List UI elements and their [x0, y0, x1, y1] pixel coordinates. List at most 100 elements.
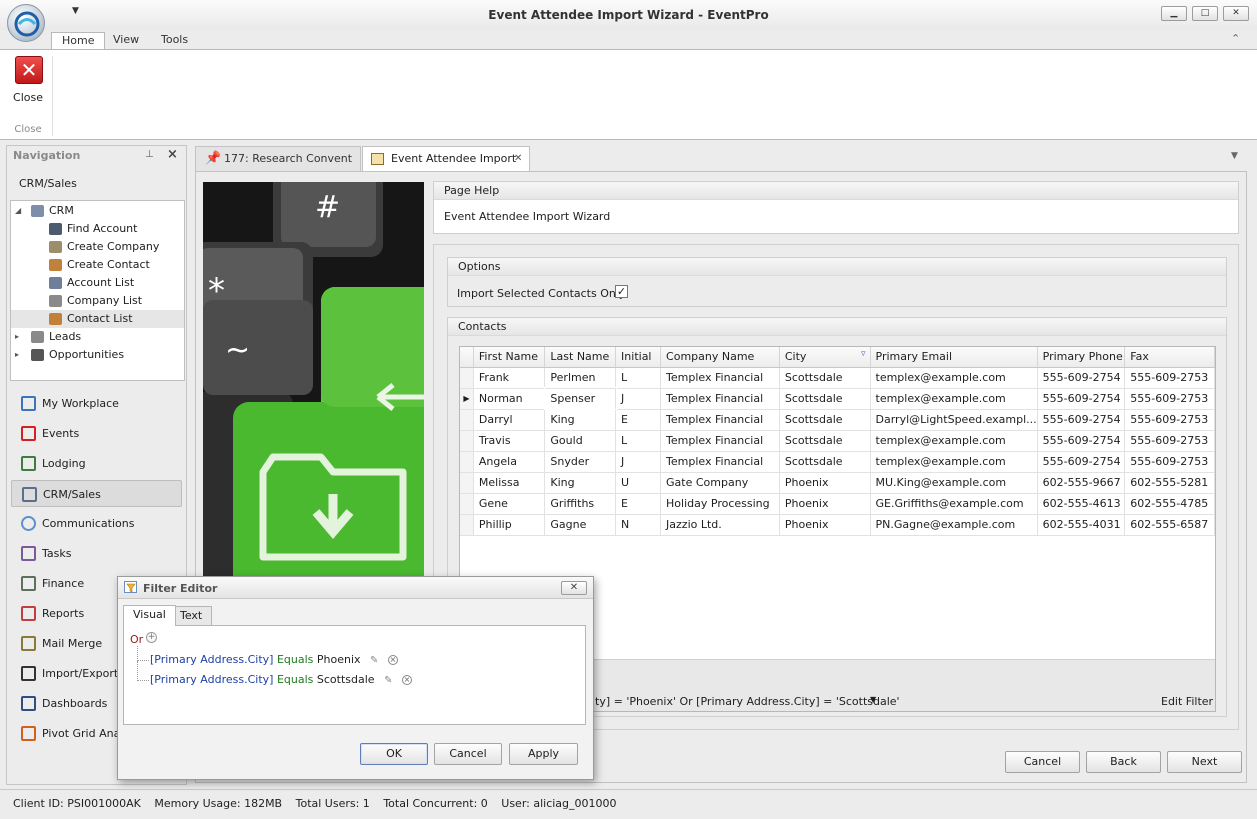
tab-research-convention[interactable]: 📌 177: Research Convent — [195, 146, 361, 171]
table-cell[interactable]: Travis — [473, 430, 546, 452]
table-cell[interactable]: Gene — [473, 493, 546, 515]
table-cell[interactable]: Scottsdale — [779, 409, 871, 431]
table-cell[interactable]: Phoenix — [779, 472, 871, 494]
close-window-button[interactable]: ✕ — [1223, 6, 1249, 21]
table-cell[interactable]: King — [544, 409, 617, 431]
row-indicator[interactable] — [460, 472, 474, 494]
nav-button[interactable]: Events — [11, 420, 182, 447]
edit-pencil-icon[interactable]: ✎ — [384, 675, 392, 686]
row-indicator[interactable] — [460, 367, 474, 389]
collapse-arrow-icon[interactable]: ◢ — [15, 202, 21, 220]
condition-value[interactable]: Phoenix — [317, 653, 361, 666]
table-row[interactable]: ▶ Norman Spenser J Templex Financial Scottsda… — [460, 387, 1215, 410]
remove-condition-icon[interactable]: × — [387, 655, 398, 665]
table-cell[interactable]: 555-609-2754 — [1037, 388, 1126, 410]
table-cell[interactable]: Gould — [544, 430, 617, 452]
table-row[interactable]: Darryl King E Templex Financial Scottsdale Da… — [460, 409, 1215, 431]
table-cell[interactable]: L — [615, 430, 662, 452]
table-cell[interactable]: Phoenix — [779, 493, 871, 515]
table-cell[interactable]: 555-609-2754 — [1037, 409, 1126, 431]
table-cell[interactable]: Snyder — [544, 451, 617, 473]
tree-item[interactable]: Account List — [11, 274, 184, 292]
table-cell[interactable]: Templex Financial — [660, 388, 780, 410]
table-cell[interactable]: Templex Financial — [660, 409, 780, 431]
tree-item[interactable]: Contact List — [11, 310, 184, 328]
nav-button[interactable]: Lodging — [11, 450, 182, 477]
column-header[interactable]: Company Name — [660, 347, 780, 368]
table-cell[interactable]: 555-609-2754 — [1037, 430, 1126, 452]
table-cell[interactable]: King — [544, 472, 617, 494]
table-cell[interactable]: 555-609-2754 — [1037, 451, 1126, 473]
table-cell[interactable]: Perlmen — [544, 367, 617, 389]
table-cell[interactable]: Frank — [473, 367, 546, 389]
column-header[interactable]: First Name — [473, 347, 546, 368]
group-operator[interactable]: Or — [130, 633, 143, 646]
condition-field[interactable]: [Primary Address.City] — [150, 653, 273, 666]
tree-item[interactable]: ▸ Leads — [11, 328, 184, 346]
table-cell[interactable]: Griffiths — [544, 493, 617, 515]
condition-operator[interactable]: Equals — [277, 673, 313, 686]
close-tab-icon[interactable]: ✕ — [514, 147, 522, 171]
table-cell[interactable]: 555-609-2753 — [1124, 388, 1215, 410]
collapse-ribbon-icon[interactable]: ⌃ — [1231, 32, 1240, 45]
expand-arrow-icon[interactable]: ▸ — [15, 346, 19, 364]
table-cell[interactable]: Templex Financial — [660, 430, 780, 452]
table-row[interactable]: Angela Snyder J Templex Financial Scottsdale… — [460, 451, 1215, 473]
condition-field[interactable]: [Primary Address.City] — [150, 673, 273, 686]
table-cell[interactable]: 555-609-2753 — [1124, 451, 1215, 473]
tab-tools[interactable]: Tools — [151, 32, 198, 50]
column-header[interactable]: Primary Email — [870, 347, 1038, 368]
tree-item[interactable]: Find Account — [11, 220, 184, 238]
tree-item[interactable]: Create Contact — [11, 256, 184, 274]
table-cell[interactable]: Phillip — [473, 514, 546, 536]
minimize-button[interactable]: ▁ — [1161, 6, 1187, 21]
filter-cancel-button[interactable]: Cancel — [434, 743, 502, 765]
table-cell[interactable]: 602-555-9667 — [1037, 472, 1126, 494]
table-cell[interactable]: Darryl — [473, 409, 546, 431]
tree-item[interactable]: ◢ CRM — [11, 202, 184, 220]
column-header[interactable]: City ▿ — [779, 347, 871, 368]
ok-button[interactable]: OK — [360, 743, 428, 765]
nav-button[interactable]: CRM/Sales — [11, 480, 182, 507]
table-cell[interactable]: U — [615, 472, 662, 494]
table-cell[interactable]: J — [615, 451, 662, 473]
table-cell[interactable]: templex@example.com — [870, 430, 1038, 452]
tab-event-attendee-import[interactable]: Event Attendee Import ✕ — [362, 146, 530, 171]
close-panel-icon[interactable]: × — [167, 147, 178, 162]
pin-panel-icon[interactable]: ⊥ — [145, 149, 154, 160]
row-indicator[interactable] — [460, 430, 474, 452]
wizard-cancel-button[interactable]: Cancel — [1005, 751, 1080, 773]
table-cell[interactable]: Melissa — [473, 472, 546, 494]
table-cell[interactable]: 555-609-2754 — [1037, 367, 1126, 389]
filter-editor-close-button[interactable]: ✕ — [561, 581, 587, 595]
table-cell[interactable]: PN.Gagne@example.com — [870, 514, 1038, 536]
column-header[interactable]: Primary Phone — [1037, 347, 1126, 368]
table-cell[interactable]: Gagne — [544, 514, 617, 536]
tab-view[interactable]: View — [103, 32, 149, 50]
tree-item[interactable]: Company List — [11, 292, 184, 310]
condition-value[interactable]: Scottsdale — [317, 673, 375, 686]
table-row[interactable]: Travis Gould L Templex Financial Scottsdale t… — [460, 430, 1215, 452]
table-cell[interactable]: Scottsdale — [779, 430, 871, 452]
table-cell[interactable]: Scottsdale — [779, 451, 871, 473]
table-cell[interactable]: Angela — [473, 451, 546, 473]
table-cell[interactable]: Jazzio Ltd. — [660, 514, 780, 536]
add-condition-icon[interactable]: + — [146, 632, 157, 643]
table-cell[interactable]: Gate Company — [660, 472, 780, 494]
table-row[interactable]: Phillip Gagne N Jazzio Ltd. Phoenix PN.Gagne@… — [460, 514, 1215, 536]
remove-condition-icon[interactable]: × — [401, 675, 412, 685]
column-header[interactable]: Fax — [1124, 347, 1215, 368]
edit-pencil-icon[interactable]: ✎ — [370, 655, 378, 666]
filter-condition[interactable]: [Primary Address.City] Equals Scottsdale… — [150, 673, 412, 686]
table-cell[interactable]: Scottsdale — [779, 388, 871, 410]
table-cell[interactable]: E — [615, 493, 662, 515]
table-row[interactable]: Melissa King U Gate Company Phoenix MU.King@e… — [460, 472, 1215, 494]
condition-operator[interactable]: Equals — [277, 653, 313, 666]
table-cell[interactable]: Norman — [473, 388, 546, 410]
tab-list-dropdown-icon[interactable]: ▼ — [1231, 151, 1238, 161]
maximize-button[interactable]: □ — [1192, 6, 1218, 21]
table-cell[interactable]: N — [615, 514, 662, 536]
table-cell[interactable]: 555-609-2753 — [1124, 409, 1215, 431]
table-cell[interactable]: J — [615, 388, 662, 410]
table-cell[interactable]: Darryl@LightSpeed.exampl... — [870, 409, 1038, 431]
